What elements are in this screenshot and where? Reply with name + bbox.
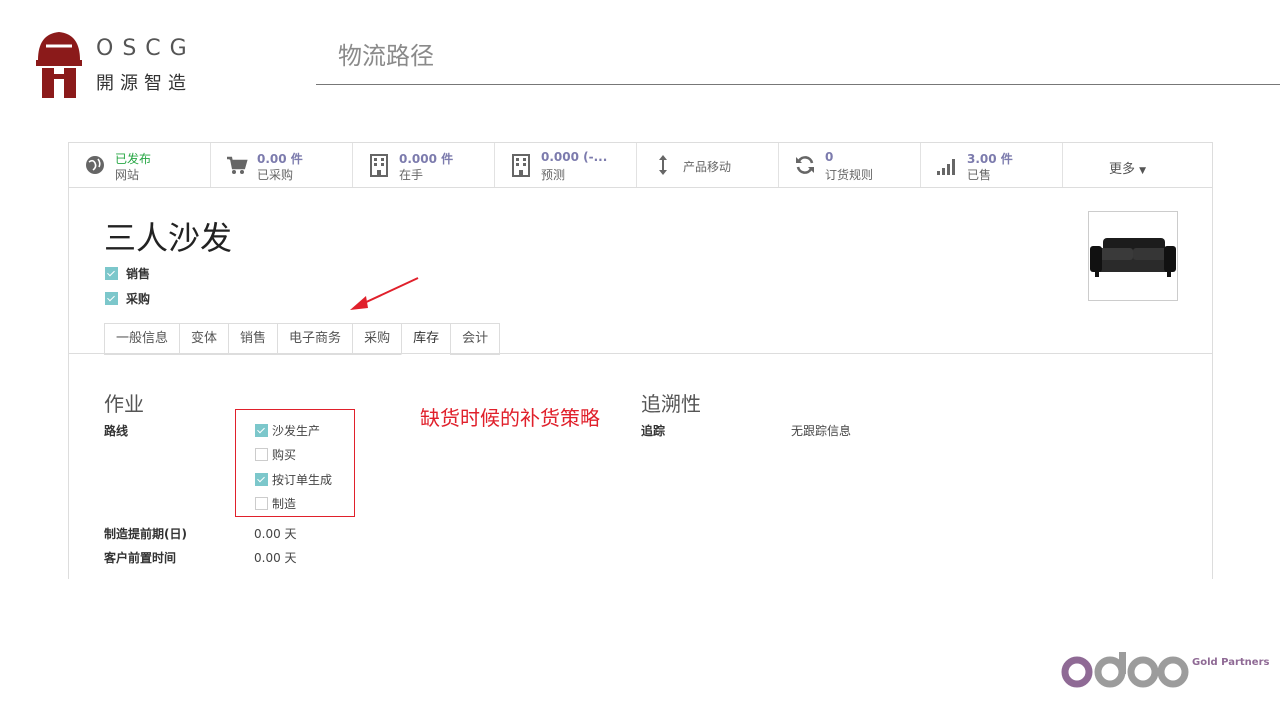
tab-accounting[interactable]: 会计 — [450, 323, 501, 355]
logo-chinese-text: 開源智造 — [96, 73, 192, 94]
mfg-lead-label: 制造提前期(日) — [104, 527, 187, 541]
on-hand-value: 0.000 件 — [399, 152, 454, 166]
purchased-value: 0.00 件 — [257, 152, 303, 166]
sold-value: 3.00 件 — [967, 152, 1013, 166]
signal-bars-icon — [937, 159, 955, 175]
product-image[interactable] — [1088, 211, 1178, 301]
globe-icon — [86, 156, 104, 174]
updown-arrow-icon — [659, 155, 667, 175]
operations-title: 作业 — [104, 392, 144, 416]
reordering-rules-button[interactable]: 0 订货规则 — [779, 143, 921, 187]
product-name: 三人沙发 — [104, 219, 233, 257]
website-label: 网站 — [115, 168, 140, 182]
product-form: 已发布 网站 0.00 件 已采购 0.000 件 在手 0.000 (-...… — [68, 142, 1213, 579]
tab-general-info[interactable]: 一般信息 — [104, 323, 180, 355]
building-icon — [512, 154, 530, 177]
forecast-value: 0.000 (-... — [541, 150, 608, 164]
purchased-button[interactable]: 0.00 件 已采购 — [211, 143, 353, 187]
annotation-text: 缺货时候的补货策略 — [420, 406, 600, 430]
routes-label: 路线 — [104, 424, 129, 438]
more-button[interactable]: 更多 ▼ — [1063, 143, 1212, 187]
annotation-arrow — [350, 277, 419, 310]
black-sofa-image — [1090, 238, 1176, 277]
cart-icon — [227, 156, 248, 174]
tracking-label: 追踪 — [641, 424, 666, 438]
mfg-lead-value[interactable]: 0.00 天 — [254, 525, 297, 542]
purchase-ok-checkbox[interactable] — [105, 292, 118, 305]
forecast-label: 预测 — [541, 168, 566, 182]
smart-button-box: 已发布 网站 0.00 件 已采购 0.000 件 在手 0.000 (-...… — [69, 143, 1212, 188]
reordering-rules-value: 0 — [825, 150, 834, 164]
routes-highlight-box — [235, 409, 355, 517]
reordering-rules-label: 订货规则 — [825, 168, 874, 182]
building-icon — [370, 154, 388, 177]
sale-ok-checkbox[interactable] — [105, 267, 118, 280]
title-divider — [316, 84, 1280, 85]
website-published-button[interactable]: 已发布 网站 — [69, 143, 211, 187]
purchase-ok-label: 采购 — [126, 292, 151, 306]
gold-partners-badge: Gold Partners — [1192, 657, 1270, 668]
website-status: 已发布 — [115, 152, 152, 166]
tab-variants[interactable]: 变体 — [179, 323, 229, 355]
refresh-icon — [796, 156, 814, 174]
sale-ok-label: 销售 — [126, 267, 151, 281]
purchased-label: 已采购 — [257, 168, 294, 182]
forecast-button[interactable]: 0.000 (-... 预测 — [495, 143, 637, 187]
product-moves-label: 产品移动 — [683, 160, 732, 174]
sold-button[interactable]: 3.00 件 已售 — [921, 143, 1063, 187]
traceability-title: 追溯性 — [641, 392, 701, 416]
on-hand-button[interactable]: 0.000 件 在手 — [353, 143, 495, 187]
more-label: 更多 ▼ — [1109, 162, 1147, 177]
logo-english-text: OSCG — [96, 36, 196, 61]
customer-lead-value[interactable]: 0.00 天 — [254, 549, 297, 566]
slide-title: 物流路径 — [338, 42, 434, 70]
customer-lead-label: 客户前置时间 — [104, 551, 177, 565]
caret-down-icon: ▼ — [1139, 166, 1147, 176]
product-moves-button[interactable]: 产品移动 — [637, 143, 779, 187]
on-hand-label: 在手 — [399, 168, 424, 182]
odoo-logo — [1061, 652, 1189, 688]
oscg-logo-mark — [36, 30, 82, 104]
sold-label: 已售 — [967, 168, 992, 182]
tab-divider — [69, 353, 1212, 354]
tracking-value[interactable]: 无跟踪信息 — [791, 422, 851, 439]
